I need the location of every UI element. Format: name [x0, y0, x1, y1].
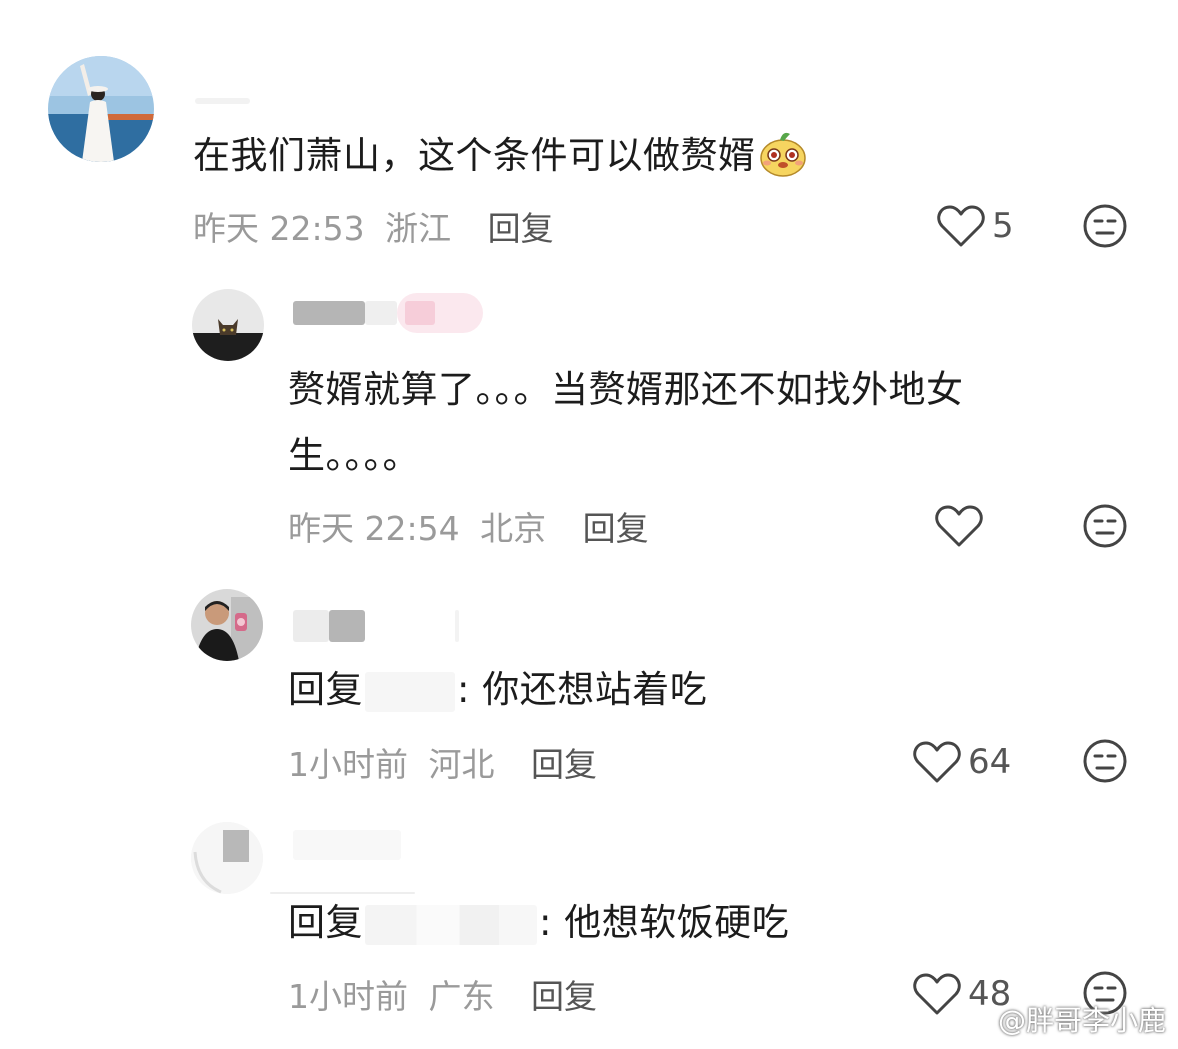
meh-face-icon	[1083, 204, 1127, 248]
timestamp: 昨天 22:54	[288, 509, 460, 548]
reply-prefix: 回复	[288, 668, 363, 711]
location: 河北	[428, 745, 495, 784]
user-avatar[interactable]	[191, 589, 263, 661]
watermark: @胖哥李小鹿	[958, 999, 1166, 1039]
username-redacted	[455, 610, 459, 642]
user-avatar[interactable]	[192, 289, 264, 361]
location: 浙江	[385, 209, 452, 248]
meh-face-icon	[1083, 504, 1127, 548]
username-redacted	[365, 301, 397, 325]
like-button[interactable]: 64	[912, 740, 1011, 784]
comment-meta: 1小时前 河北 回复	[288, 738, 597, 786]
username-redacted	[329, 610, 365, 642]
heart-outline-icon	[937, 205, 985, 247]
comment-text: 回复: 他想软饭硬吃	[288, 901, 790, 945]
like-count: 64	[968, 742, 1012, 782]
heart-outline-icon	[913, 973, 961, 1015]
user-avatar[interactable]	[48, 56, 154, 162]
watermark-text: @胖哥李小鹿	[997, 1004, 1166, 1037]
like-button[interactable]	[934, 504, 990, 548]
weibo-logo-icon	[958, 1006, 991, 1033]
comment-meta: 1小时前 广东 回复	[288, 970, 597, 1018]
avatar-redacted-icon	[191, 822, 263, 894]
dislike-button[interactable]	[1082, 203, 1128, 253]
username-redacted[interactable]	[293, 610, 329, 642]
username-redacted[interactable]	[293, 830, 401, 860]
user-avatar[interactable]	[191, 822, 263, 894]
mention-redacted[interactable]	[365, 671, 455, 712]
reply-button[interactable]: 回复	[531, 745, 597, 784]
reply-button[interactable]: 回复	[531, 977, 597, 1016]
dislike-button[interactable]	[1082, 738, 1128, 788]
reply-button[interactable]: 回复	[583, 509, 649, 548]
location: 广东	[428, 977, 495, 1016]
smiling-cartoon-emoji-icon	[759, 132, 806, 177]
comment-text: 在我们萧山，这个条件可以做赘婿	[193, 123, 808, 189]
heart-outline-icon	[935, 505, 983, 547]
comment-meta: 昨天 22:53 浙江 回复	[193, 202, 554, 250]
username-redacted[interactable]	[293, 301, 365, 325]
location: 北京	[480, 509, 547, 548]
timestamp: 1小时前	[288, 745, 408, 784]
like-count: 5	[992, 206, 1014, 246]
like-button[interactable]: 5	[936, 204, 1014, 248]
comment-meta: 昨天 22:54 北京 回复	[288, 502, 649, 550]
avatar-beach-photo-icon	[48, 56, 154, 162]
reply-button[interactable]: 回复	[488, 209, 554, 248]
timestamp: 昨天 22:53	[193, 209, 365, 248]
mention-redacted[interactable]	[365, 904, 537, 945]
meh-face-icon	[1083, 739, 1127, 783]
heart-outline-icon	[913, 741, 961, 783]
avatar-man-photo-icon	[191, 589, 263, 661]
avatar-cat-photo-icon	[192, 289, 264, 361]
user-badge-redacted	[405, 301, 435, 325]
dislike-button[interactable]	[1082, 503, 1128, 553]
reply-prefix: 回复	[288, 901, 363, 944]
username-redacted[interactable]	[195, 98, 250, 104]
comment-text: 赘婿就算了。。。当赘婿那还不如找外地女 生。。。。	[288, 368, 964, 477]
timestamp: 1小时前	[288, 977, 408, 1016]
comment-text: 回复: 你还想站着吃	[288, 668, 708, 712]
